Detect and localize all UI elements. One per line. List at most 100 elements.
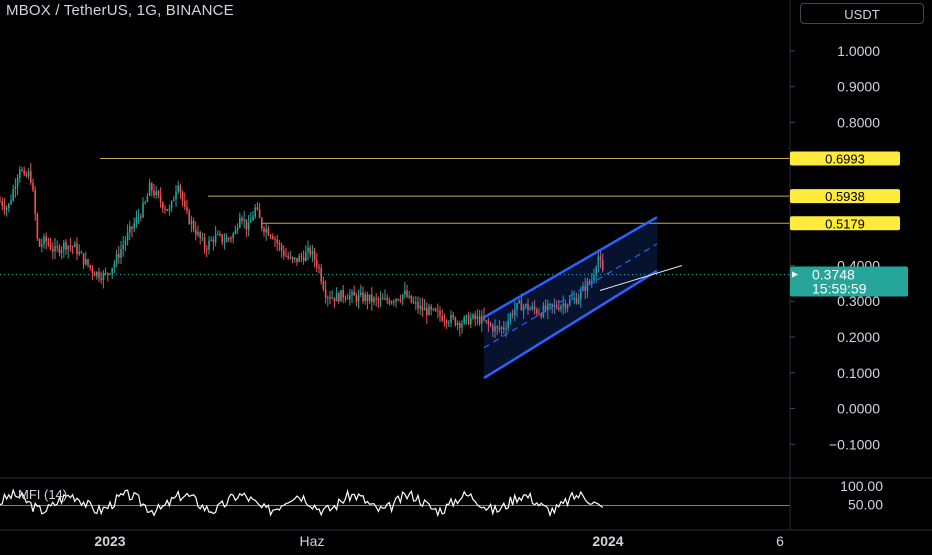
- candle-body: [192, 220, 195, 230]
- candle-body: [159, 195, 162, 203]
- candle-body: [1, 201, 3, 206]
- candle-body: [49, 244, 52, 250]
- candle-body: [463, 317, 465, 324]
- candle-body: [3, 205, 6, 210]
- candle-body: [324, 289, 327, 298]
- candle-body: [217, 233, 219, 235]
- chart-stage: MFI (14) 100.00 50.00 1.0000 0.9000 0.8000 0.…: [0, 0, 932, 550]
- candle-body: [221, 234, 223, 243]
- candle-body: [294, 257, 296, 260]
- candle-body: [168, 208, 171, 211]
- candle-body: [263, 228, 265, 233]
- time-axis-label: 6: [776, 533, 784, 549]
- candle-body: [428, 306, 430, 316]
- candle-body: [445, 321, 448, 324]
- candle-body: [131, 226, 133, 229]
- candle-body: [133, 223, 135, 229]
- candle-body: [142, 202, 144, 217]
- candle-body: [478, 316, 481, 324]
- candle-body: [437, 310, 439, 312]
- candle-body: [184, 200, 186, 207]
- chart-title: MBOX / TetherUS, 1G, BINANCE: [6, 2, 234, 19]
- candle-body: [278, 243, 281, 245]
- candle-body: [404, 290, 406, 295]
- candle-body: [247, 222, 250, 230]
- candle-body: [113, 263, 116, 269]
- candle-body: [267, 228, 270, 236]
- candle-body: [162, 202, 164, 209]
- candle-body: [344, 297, 347, 299]
- mfi-axis-tick: 50.00: [848, 497, 883, 513]
- candle-body: [177, 185, 179, 192]
- price-chart[interactable]: MFI (14) 100.00 50.00 1.0000 0.9000 0.8000 0.…: [0, 0, 932, 550]
- candle-body: [5, 207, 8, 210]
- candle-body: [186, 206, 188, 211]
- candle-body: [406, 290, 408, 297]
- candle-body: [377, 299, 380, 301]
- candle-body: [124, 240, 127, 245]
- candle-body: [283, 250, 285, 256]
- candle-body: [384, 298, 386, 300]
- candle-body: [252, 216, 254, 221]
- candle-body: [296, 257, 298, 262]
- candle-body: [250, 220, 252, 223]
- candle-body: [148, 183, 151, 196]
- candle-body: [179, 185, 182, 193]
- mfi-pane: MFI (14) 100.00 50.00: [0, 478, 883, 518]
- price-axis-tick: 0.0000: [837, 401, 880, 417]
- candle-body: [144, 202, 146, 204]
- candle-body: [80, 251, 83, 254]
- candle-body: [331, 297, 333, 299]
- price-axis: 1.00000.90000.80000.40000.30000.20000.10…: [0, 0, 932, 531]
- candle-body: [287, 255, 289, 258]
- candle-body: [212, 239, 215, 243]
- candle-body: [397, 299, 399, 301]
- candle-body: [452, 315, 454, 318]
- candle-body: [366, 294, 369, 302]
- candle-body: [45, 236, 47, 242]
- candle-body: [107, 273, 109, 275]
- candle-body: [439, 311, 441, 316]
- candle-body: [338, 293, 340, 302]
- candle-body: [157, 191, 160, 196]
- candle-body: [448, 322, 450, 324]
- candle-body: [364, 294, 366, 302]
- candle-body: [245, 219, 248, 230]
- candle-body: [481, 315, 483, 324]
- parallel-channel: [483, 216, 683, 380]
- candle-body: [91, 267, 94, 273]
- candle-body: [256, 207, 259, 210]
- candle-body: [76, 243, 78, 255]
- candle-body: [465, 315, 468, 318]
- candle-body: [23, 170, 25, 175]
- countdown-label: 15:59:59: [812, 280, 867, 296]
- candle-body: [333, 297, 336, 302]
- candle-body: [197, 231, 199, 235]
- candle-body: [390, 301, 393, 304]
- candle-body: [195, 229, 197, 235]
- candle-body: [155, 191, 157, 196]
- candle-body: [360, 292, 362, 295]
- candle-body: [151, 183, 153, 191]
- candle-body: [305, 252, 307, 261]
- candle-body: [474, 314, 476, 320]
- candle-body: [104, 273, 107, 275]
- candle-body: [401, 294, 404, 301]
- candle-body: [450, 315, 452, 323]
- candle-body: [210, 239, 212, 241]
- candle-body: [342, 290, 344, 298]
- candle-body: [441, 315, 443, 321]
- candle-body: [362, 292, 364, 302]
- currency-button[interactable]: USDT: [800, 3, 924, 24]
- candle-body: [327, 297, 329, 299]
- candle-body: [38, 238, 41, 247]
- candle-body: [96, 271, 98, 277]
- candle-body: [395, 299, 397, 302]
- candle-body: [175, 191, 177, 200]
- level-tag-label: 0.5938: [825, 189, 865, 204]
- candle-body: [225, 238, 228, 242]
- candle-body: [181, 192, 184, 201]
- candle-body: [166, 209, 168, 211]
- candle-body: [388, 300, 391, 304]
- candle-body: [408, 295, 410, 297]
